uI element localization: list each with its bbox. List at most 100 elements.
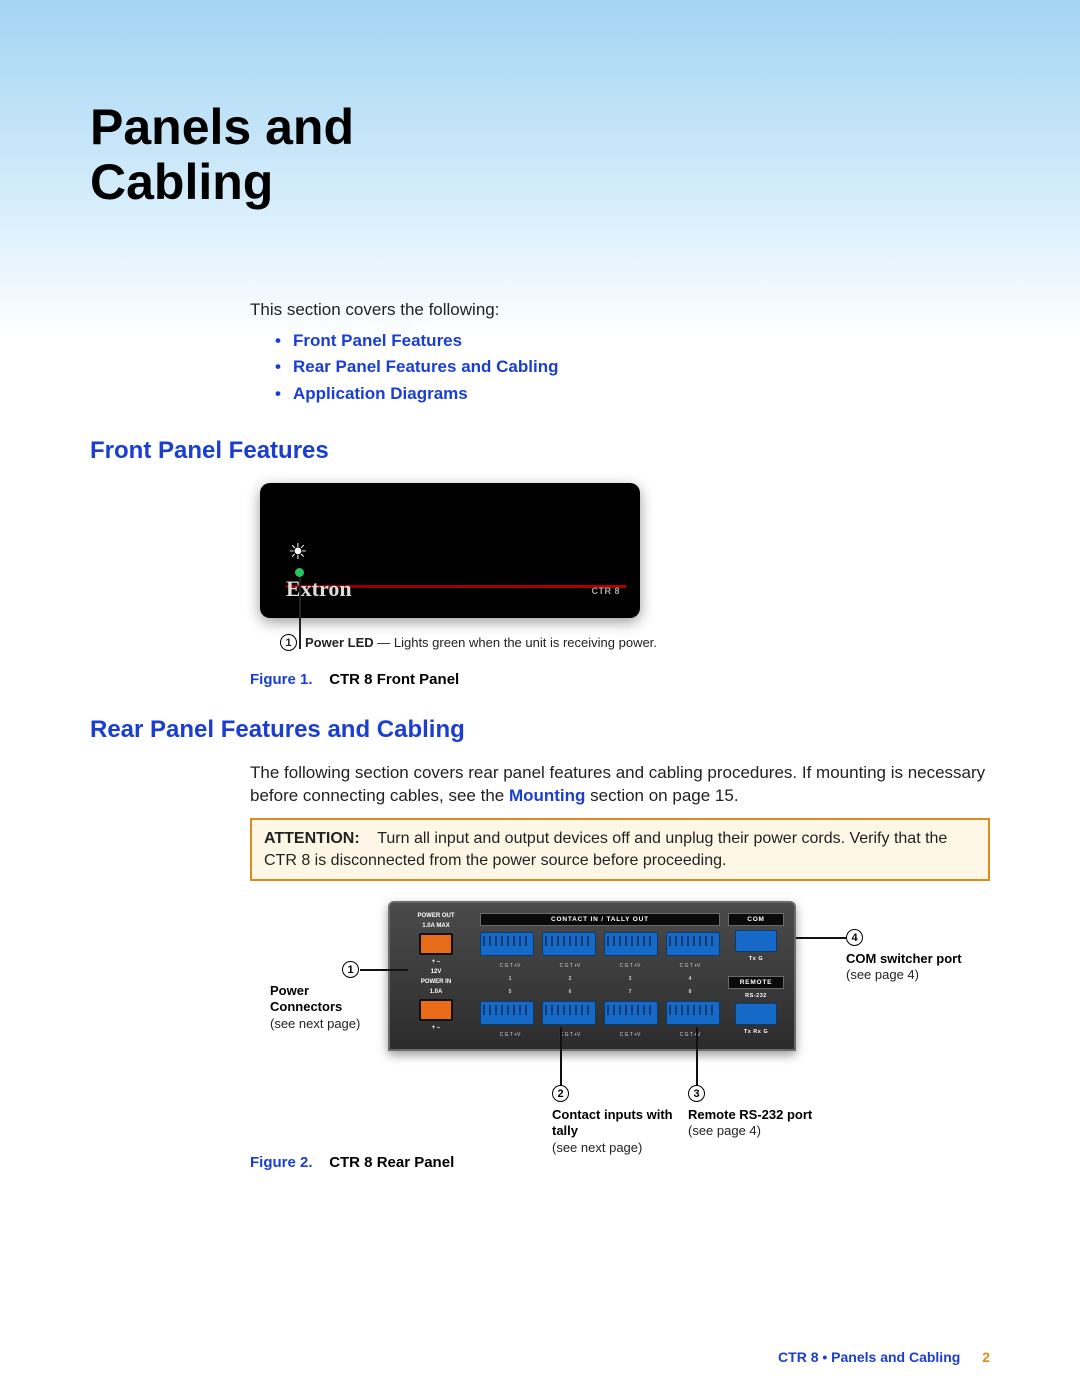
pin-label: C G T +V: [500, 963, 521, 969]
attention-label: ATTENTION:: [264, 830, 360, 847]
callout-remote: Remote RS-232 port (see page 4): [688, 1107, 858, 1140]
contact-bar: CONTACT IN / TALLY OUT: [480, 913, 720, 926]
lead-line: [696, 1027, 698, 1085]
lead-line: [796, 937, 846, 939]
callout-title: Power Connectors: [270, 983, 380, 1016]
lead-line: [299, 577, 301, 649]
contact-connector-icon: [666, 932, 720, 956]
page-title: Panels and Cabling: [90, 100, 990, 210]
num-label: 1: [509, 976, 512, 982]
com-connector-icon: [735, 930, 777, 952]
footer-text: CTR 8 • Panels and Cabling: [778, 1349, 960, 1365]
callout-com: COM switcher port (see page 4): [846, 951, 1006, 984]
figure1-prefix: Figure 1.: [250, 671, 313, 688]
num-label: 5: [509, 989, 512, 995]
remote-connector-icon: [735, 1003, 777, 1025]
max-label: 1.0A MAX: [422, 923, 449, 929]
front-panel-device: ☀ Extron CTR 8: [260, 483, 640, 618]
contact-connector-icon: [604, 932, 658, 956]
callout-badge-4: 4: [846, 929, 863, 946]
pin-label: C G T +V: [500, 1032, 521, 1038]
callout-contact: Contact inputs with tally (see next page…: [552, 1107, 682, 1156]
max2-label: 1.0A: [430, 989, 443, 995]
callout-sub: (see next page): [270, 1016, 380, 1032]
toc-list: Front Panel Features Rear Panel Features…: [275, 328, 990, 407]
callout-sub: (see page 4): [688, 1123, 858, 1139]
figure2-prefix: Figure 2.: [250, 1154, 313, 1171]
rear-inner: POWER OUT 1.0A MAX + – 12V POWER IN 1.0A…: [400, 913, 784, 1039]
polarity-label2: + –: [432, 1025, 441, 1031]
txg-label: Tx G: [749, 956, 763, 962]
rear-panel-device: POWER OUT 1.0A MAX + – 12V POWER IN 1.0A…: [388, 901, 796, 1051]
connector-row-bot: [480, 1001, 720, 1025]
pin-label: C G T +V: [680, 963, 701, 969]
rear-intro: The following section covers rear panel …: [250, 762, 990, 808]
intro-text: This section covers the following:: [250, 300, 990, 320]
power-out-connector-icon: [419, 933, 453, 955]
callout-desc: Lights green when the unit is receiving …: [394, 635, 657, 650]
callout-badge-2: 2: [552, 1085, 569, 1102]
contact-connector-icon: [542, 1001, 596, 1025]
callout-title: Contact inputs with tally: [552, 1107, 682, 1140]
pin-label: C G T +V: [560, 1032, 581, 1038]
volts-label: 12V: [431, 969, 442, 975]
num-label: 8: [689, 989, 692, 995]
toc-item[interactable]: Application Diagrams: [275, 381, 990, 407]
connector-row-top: [480, 932, 720, 956]
contact-connector-icon: [480, 932, 534, 956]
attention-box: ATTENTION: Turn all input and output dev…: [250, 818, 990, 881]
callout-sub: (see next page): [552, 1140, 682, 1156]
txrxg-label: Tx Rx G: [744, 1029, 768, 1035]
figure2-title: CTR 8 Rear Panel: [329, 1154, 454, 1171]
lead-line: [560, 1027, 562, 1085]
figure2-caption: Figure 2. CTR 8 Rear Panel: [250, 1154, 990, 1171]
callout-text: Power LED — Lights green when the unit i…: [305, 635, 657, 650]
right-column: COM Tx G REMOTE RS-232 Tx Rx G: [728, 913, 784, 1039]
page-number: 2: [982, 1349, 990, 1365]
callout-title: Power LED: [305, 635, 374, 650]
pin-label: C G T +V: [560, 963, 581, 969]
section-heading-front: Front Panel Features: [90, 437, 990, 465]
page-footer: CTR 8 • Panels and Cabling 2: [778, 1349, 990, 1365]
brand-label: Extron: [286, 576, 352, 602]
rear-panel-figure: POWER OUT 1.0A MAX + – 12V POWER IN 1.0A…: [300, 901, 940, 1146]
callout-title: COM switcher port: [846, 951, 1006, 967]
num-label: 2: [569, 976, 572, 982]
power-in-label: POWER IN: [421, 979, 451, 985]
polarity-label: + –: [432, 959, 441, 965]
section-heading-rear: Rear Panel Features and Cabling: [90, 716, 990, 744]
title-line1: Panels and: [90, 99, 354, 155]
toc-item[interactable]: Front Panel Features: [275, 328, 990, 354]
toc-item[interactable]: Rear Panel Features and Cabling: [275, 354, 990, 380]
power-out-label: POWER OUT: [418, 913, 455, 919]
figure1-title: CTR 8 Front Panel: [329, 671, 459, 688]
rs232-label: RS-232: [745, 993, 767, 999]
callout-badge-3: 3: [688, 1085, 705, 1102]
callout-power: Power Connectors (see next page): [270, 983, 380, 1032]
pin-label: C G T +V: [620, 1032, 641, 1038]
contact-connector-icon: [542, 932, 596, 956]
num-label: 3: [629, 976, 632, 982]
front-panel-figure: ☀ Extron CTR 8: [260, 483, 990, 618]
pin-labels-top: C G T +V C G T +V C G T +V C G T +V: [480, 963, 720, 969]
callout-badge-1: 1: [342, 961, 359, 978]
num-label: 7: [629, 989, 632, 995]
pin-labels-bot: C G T +V C G T +V C G T +V C G T +V: [480, 1032, 720, 1038]
page-content: Panels and Cabling This section covers t…: [0, 0, 1080, 1171]
power-column: POWER OUT 1.0A MAX + – 12V POWER IN 1.0A…: [400, 913, 472, 1039]
mounting-link[interactable]: Mounting: [509, 786, 585, 805]
power-in-connector-icon: [419, 999, 453, 1021]
attention-text: Turn all input and output devices off an…: [264, 830, 947, 869]
contact-connector-icon: [666, 1001, 720, 1025]
front-callout-row: 1 Power LED — Lights green when the unit…: [280, 634, 990, 651]
pin-label: C G T +V: [620, 963, 641, 969]
remote-bar: REMOTE: [728, 976, 784, 989]
brightness-icon: ☀: [288, 539, 308, 565]
title-line2: Cabling: [90, 154, 273, 210]
callout-title: Remote RS-232 port: [688, 1107, 858, 1123]
num-label: 4: [689, 976, 692, 982]
num-label: 6: [569, 989, 572, 995]
rear-intro-b: section on page 15.: [585, 786, 738, 805]
callout-badge-1: 1: [280, 634, 297, 651]
center-column: CONTACT IN / TALLY OUT C G T +V C G T +V…: [480, 913, 720, 1039]
